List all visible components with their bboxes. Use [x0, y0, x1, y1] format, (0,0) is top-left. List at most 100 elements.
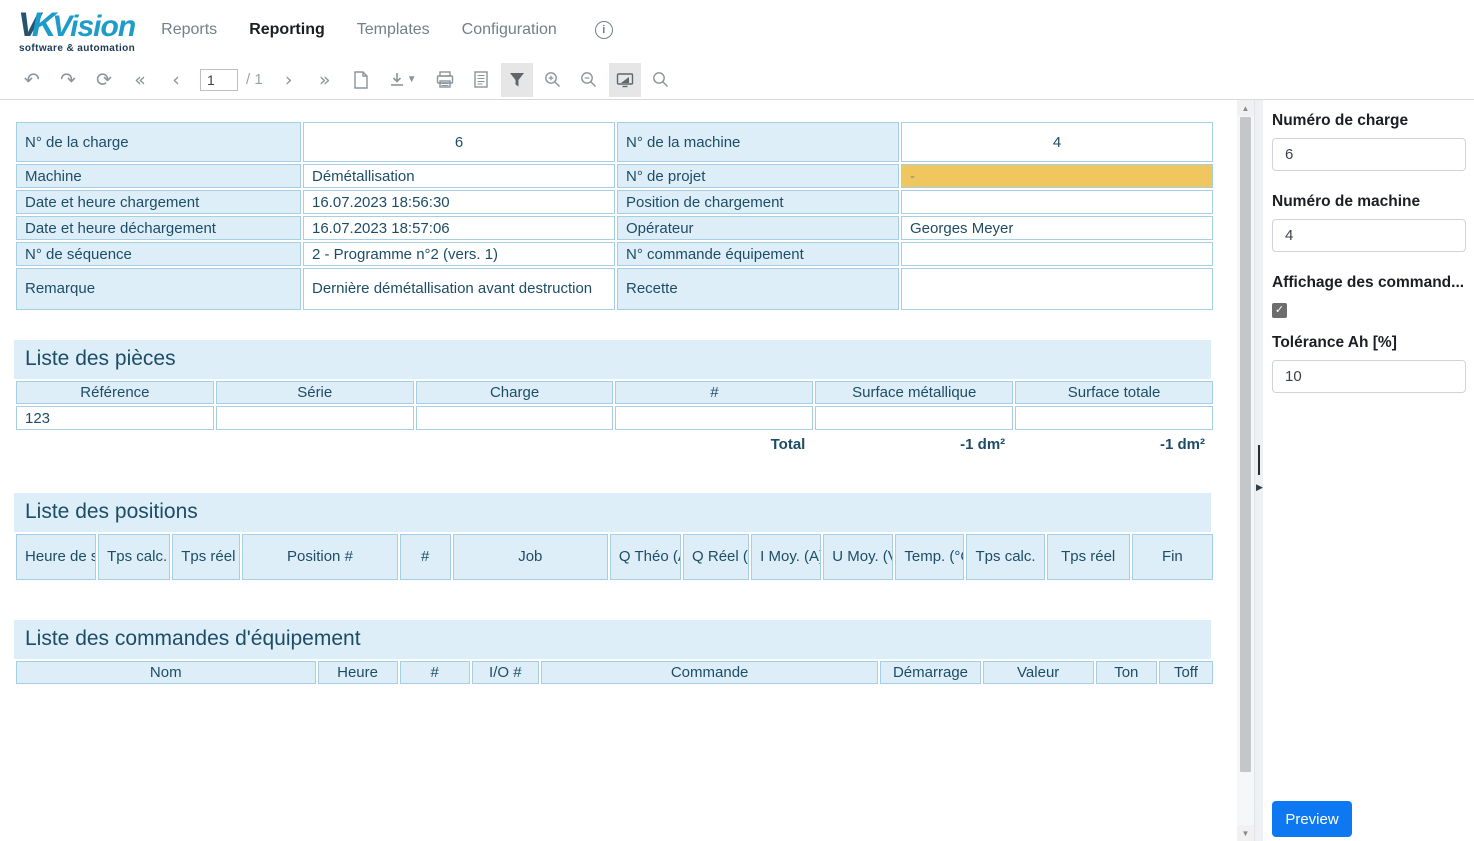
info-label: N° commande équipement [617, 242, 899, 266]
splitter-handle[interactable] [1258, 445, 1260, 475]
machine-number-input[interactable] [1272, 219, 1466, 252]
commands-col-header: I/O # [472, 661, 539, 684]
pieces-col-header: Surface métallique [815, 381, 1013, 404]
zoom-out-button[interactable] [573, 63, 605, 97]
recipe-value [901, 268, 1213, 310]
info-label: Machine [16, 164, 301, 188]
brand-logo[interactable]: V K Vision software & automation [18, 6, 135, 54]
download-button[interactable]: ▼ [381, 63, 425, 97]
scroll-up-button[interactable]: ▲ [1237, 100, 1254, 116]
positions-col-header: Job [453, 534, 608, 580]
report-page: N° de la charge 6 N° de la machine 4 Mac… [0, 100, 1237, 841]
piece-serie-value [216, 406, 414, 430]
logo-tagline: software & automation [19, 43, 135, 54]
text-view-button[interactable] [465, 63, 497, 97]
top-navbar: V K Vision software & automation Reports… [0, 0, 1474, 60]
first-page-icon: « [134, 69, 146, 91]
pieces-table: Référence Série Charge # Surface métalli… [14, 379, 1215, 432]
machine-value: Démétallisation [303, 164, 615, 188]
commands-col-header: # [400, 661, 470, 684]
charge-number-input[interactable] [1272, 138, 1466, 171]
fit-screen-button[interactable] [609, 63, 641, 97]
positions-col-header: Tps réel [1047, 534, 1130, 580]
next-page-button[interactable]: › [273, 63, 305, 97]
print-button[interactable] [429, 63, 461, 97]
zoom-in-icon [544, 71, 561, 88]
equipment-order-value [901, 242, 1213, 266]
positions-col-header: Tps réel [172, 534, 240, 580]
info-label: Position de chargement [617, 190, 899, 214]
pieces-table-row: 123 [16, 406, 1213, 430]
commands-col-header: Commande [541, 661, 879, 684]
commands-col-header: Toff [1159, 661, 1213, 684]
info-label: N° de projet [617, 164, 899, 188]
page-total-label: / 1 [246, 71, 263, 88]
machine-number-value: 4 [901, 122, 1213, 162]
pieces-col-header: Charge [416, 381, 614, 404]
positions-col-header: Position # [242, 534, 397, 580]
positions-col-header: Heure de sortie [16, 534, 96, 580]
nav-item-templates[interactable]: Templates [357, 21, 430, 39]
commands-col-header: Heure [318, 661, 398, 684]
commands-col-header: Nom [16, 661, 316, 684]
panel-splitter[interactable]: ▶ [1254, 100, 1263, 841]
info-label: Date et heure chargement [16, 190, 301, 214]
commands-col-header: Ton [1096, 661, 1157, 684]
download-icon [389, 72, 405, 88]
scrollbar-thumb[interactable] [1240, 117, 1251, 772]
info-label: N° de séquence [16, 242, 301, 266]
pieces-col-header: Surface totale [1015, 381, 1213, 404]
piece-reference-value: 123 [16, 406, 214, 430]
single-page-view-button[interactable] [345, 63, 377, 97]
commands-display-checkbox[interactable] [1272, 303, 1287, 318]
commands-display-label: Affichage des command... [1272, 274, 1466, 292]
sequence-number-value: 2 - Programme n°2 (vers. 1) [303, 242, 615, 266]
prev-page-icon: ‹ [172, 69, 180, 91]
info-label: Date et heure déchargement [16, 216, 301, 240]
undo-button[interactable]: ↶ [16, 63, 48, 97]
positions-col-header: I Moy. (A) [751, 534, 821, 580]
preview-button[interactable]: Preview [1272, 801, 1352, 837]
info-label: Recette [617, 268, 899, 310]
info-label: N° de la charge [16, 122, 301, 162]
commands-col-header: Valeur [983, 661, 1094, 684]
unload-datetime-value: 16.07.2023 18:57:06 [303, 216, 615, 240]
tolerance-label: Tolérance Ah [%] [1272, 334, 1466, 352]
total-label: Total [612, 436, 812, 453]
total-surface: -1 dm² [1011, 436, 1211, 453]
download-options-icon: ▼ [407, 74, 417, 85]
first-page-button[interactable]: « [124, 63, 156, 97]
pieces-total-row: Total -1 dm² -1 dm² [14, 436, 1211, 453]
refresh-icon: ⟳ [96, 69, 112, 91]
info-icon[interactable]: i [595, 21, 613, 39]
total-metallic-surface: -1 dm² [811, 436, 1011, 453]
refresh-button[interactable]: ⟳ [88, 63, 120, 97]
prev-page-button[interactable]: ‹ [160, 63, 192, 97]
nav-item-configuration[interactable]: Configuration [462, 21, 557, 39]
zoom-in-button[interactable] [537, 63, 569, 97]
page-number-input[interactable] [200, 69, 238, 91]
positions-col-header: Tps calc. [98, 534, 170, 580]
splitter-collapse-icon[interactable]: ▶ [1256, 482, 1263, 493]
piece-total-surface-value [1015, 406, 1213, 430]
scroll-down-button[interactable]: ▼ [1237, 825, 1254, 841]
report-toolbar: ↶ ↷ ⟳ « ‹ / 1 › » ▼ [0, 60, 1474, 100]
undo-icon: ↶ [24, 69, 40, 91]
nav-item-reporting[interactable]: Reporting [249, 21, 325, 39]
charge-info-table: N° de la charge 6 N° de la machine 4 Mac… [14, 120, 1215, 312]
machine-number-label: Numéro de machine [1272, 193, 1466, 211]
info-label: Remarque [16, 268, 301, 310]
positions-col-header: Fin [1132, 534, 1213, 580]
info-label: N° de la machine [617, 122, 899, 162]
piece-metallic-surface-value [815, 406, 1013, 430]
nav-item-reports[interactable]: Reports [161, 21, 217, 39]
search-button[interactable] [645, 63, 677, 97]
load-position-value [901, 190, 1213, 214]
commands-section-title: Liste des commandes d'équipement [14, 620, 1211, 659]
last-page-button[interactable]: » [309, 63, 341, 97]
remark-value: Dernière démétallisation avant destructi… [303, 268, 615, 310]
redo-button[interactable]: ↷ [52, 63, 84, 97]
positions-table: Heure de sortie Tps calc. Tps réel Posit… [14, 532, 1215, 582]
filter-button[interactable] [501, 63, 533, 97]
tolerance-input[interactable] [1272, 360, 1466, 393]
